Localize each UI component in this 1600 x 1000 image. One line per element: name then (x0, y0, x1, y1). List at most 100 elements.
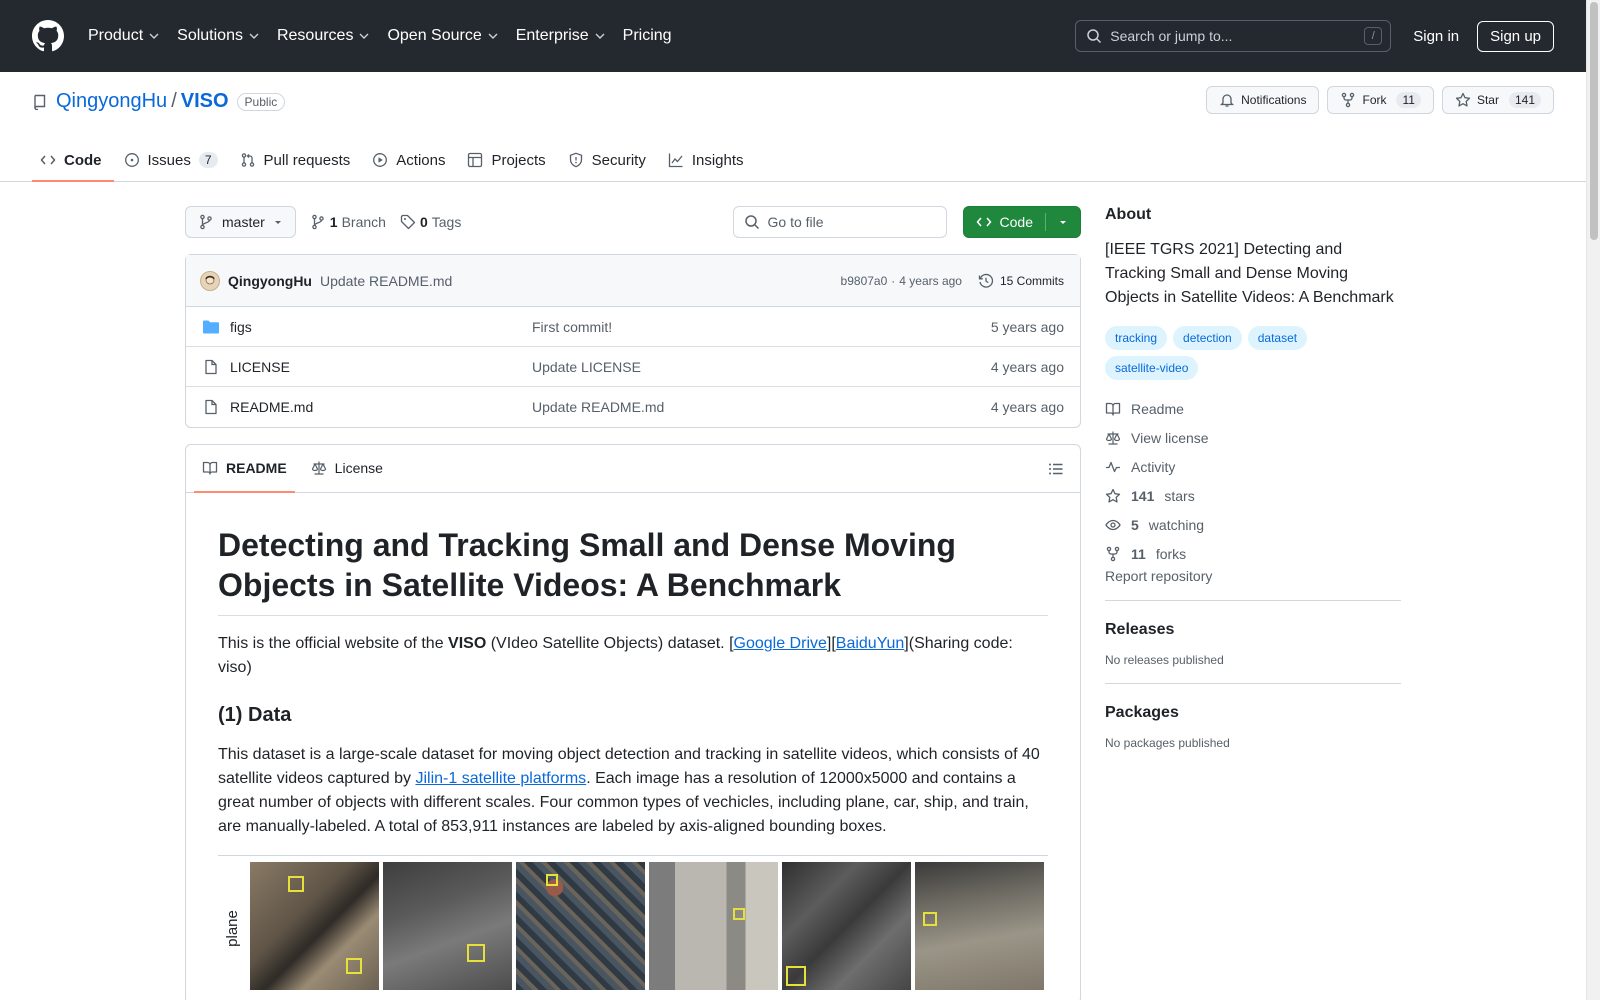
table-of-contents-button[interactable] (1040, 453, 1072, 485)
report-repository-link[interactable]: Report repository (1105, 568, 1212, 584)
tab-security[interactable]: Security (560, 138, 658, 182)
branch-icon (200, 214, 212, 230)
search-icon (1087, 29, 1102, 44)
nav-pricing[interactable]: Pricing (623, 27, 672, 45)
github-logo-icon[interactable] (32, 20, 64, 52)
file-link[interactable]: README.md (230, 399, 313, 415)
file-icon (205, 399, 217, 415)
topic-tag[interactable]: tracking (1105, 326, 1168, 350)
file-commit-message[interactable]: Update LICENSE (532, 359, 991, 375)
nav-enterprise[interactable]: Enterprise (516, 27, 605, 45)
history-icon (978, 273, 994, 288)
repo-name-link[interactable]: VISO (181, 90, 229, 113)
eye-icon (1105, 519, 1121, 530)
activity-link[interactable]: Activity (1105, 452, 1401, 481)
google-drive-link[interactable]: Google Drive (734, 635, 827, 652)
file-commit-message[interactable]: First commit! (532, 319, 991, 335)
table-icon (468, 152, 483, 168)
global-search-input[interactable]: Search or jump to... / (1075, 20, 1392, 52)
packages-heading[interactable]: Packages (1105, 704, 1401, 722)
tab-insights[interactable]: Insights (660, 138, 756, 182)
releases-heading[interactable]: Releases (1105, 621, 1401, 639)
file-navigation: master 1 Branch 0 Tags Go to file Code (185, 206, 1081, 238)
nav-resources[interactable]: Resources (277, 27, 369, 45)
bounding-box (346, 958, 362, 974)
baiduyun-link[interactable]: BaiduYun (836, 635, 905, 652)
issues-count: 7 (198, 152, 218, 168)
repo-title: QingyongHu / VISO Public (32, 90, 286, 113)
topic-tag[interactable]: detection (1173, 326, 1242, 350)
star-label: Star (1476, 93, 1499, 107)
dataset-sample-figure: plane (218, 855, 1048, 995)
tab-code[interactable]: Code (32, 138, 114, 182)
topic-tag[interactable]: dataset (1247, 326, 1308, 350)
stars-link[interactable]: 141 stars (1105, 481, 1401, 510)
sign-up-button[interactable]: Sign up (1477, 20, 1554, 52)
jilin-platform-link[interactable]: Jilin-1 satellite platforms (415, 770, 586, 787)
search-icon (744, 215, 759, 230)
file-icon (205, 359, 217, 374)
forks-label: forks (1155, 545, 1187, 562)
commit-hash-link[interactable]: b9807a0 (841, 274, 888, 288)
code-icon (976, 217, 992, 227)
star-button[interactable]: Star 141 (1441, 86, 1554, 114)
commits-count-label: 15 Commits (999, 273, 1064, 288)
tab-projects[interactable]: Projects (459, 138, 557, 182)
stars-label: stars (1164, 487, 1195, 504)
license-link[interactable]: View license (1105, 423, 1401, 452)
page-scrollbar[interactable] (1586, 0, 1600, 1000)
file-link[interactable]: LICENSE (230, 359, 290, 375)
topic-tag[interactable]: satellite-video (1105, 356, 1199, 380)
fork-label: Fork (1362, 93, 1387, 107)
repo-actions: Notifications Fork 11 Star 141 (1206, 86, 1554, 114)
readme-panel: README License Detecting and Tracking Sm… (185, 444, 1081, 1000)
tab-license[interactable]: License (303, 445, 391, 492)
book-icon (1105, 402, 1121, 416)
sign-in-link[interactable]: Sign in (1413, 28, 1459, 45)
repo-sidebar: About [IEEE TGRS 2021] Detecting and Tra… (1105, 206, 1401, 750)
readme-link[interactable]: Readme (1105, 394, 1401, 423)
tab-pull-requests[interactable]: Pull requests (232, 138, 363, 182)
avatar[interactable] (200, 270, 220, 291)
file-commit-date: 5 years ago (990, 318, 1064, 335)
caret-down-icon (1060, 221, 1066, 224)
fork-count: 11 (1396, 92, 1421, 108)
watchers-link[interactable]: 5 watching (1105, 510, 1401, 539)
chevron-down-icon (249, 33, 259, 39)
commit-history-link[interactable]: 15 Commits (978, 273, 1064, 289)
tab-issues[interactable]: Issues 7 (116, 138, 230, 182)
file-link[interactable]: figs (230, 319, 252, 335)
nav-open-source[interactable]: Open Source (387, 27, 498, 45)
nav-product[interactable]: Product (88, 27, 159, 45)
main-column: master 1 Branch 0 Tags Go to file Code Q… (185, 206, 1081, 1000)
intro-text: This is the official website of the (218, 635, 449, 652)
bounding-box (923, 912, 937, 926)
forks-link[interactable]: 11 forks (1105, 539, 1401, 568)
fork-icon (1106, 546, 1120, 561)
law-icon (1105, 431, 1121, 445)
branch-icon (312, 214, 324, 230)
scrollbar-thumb[interactable] (1590, 2, 1598, 240)
branches-link[interactable]: 1 Branch (310, 214, 386, 230)
tab-readme-label: README (226, 460, 287, 476)
go-to-file-input[interactable]: Go to file (732, 206, 947, 238)
tab-actions[interactable]: Actions (364, 138, 457, 182)
pulse-icon (1106, 461, 1120, 472)
fork-icon (1342, 92, 1355, 108)
releases-empty: No releases published (1105, 653, 1224, 667)
commit-author-link[interactable]: QingyongHu (228, 273, 312, 289)
code-dropdown-button[interactable]: Code (962, 206, 1081, 238)
tab-readme[interactable]: README (194, 445, 295, 493)
repo-owner-link[interactable]: QingyongHu (56, 90, 167, 113)
branch-select-button[interactable]: master (185, 206, 296, 238)
file-commit-message[interactable]: Update README.md (532, 399, 991, 415)
fork-button[interactable]: Fork 11 (1327, 86, 1434, 114)
file-tree: QingyongHu Update README.md b9807a0 · 4 … (185, 254, 1081, 428)
caret-down-icon (274, 221, 281, 224)
tags-link[interactable]: 0 Tags (400, 214, 461, 230)
tab-projects-label: Projects (491, 151, 546, 169)
nav-solutions[interactable]: Solutions (177, 27, 259, 45)
sample-image (250, 862, 379, 990)
notifications-button[interactable]: Notifications (1206, 86, 1320, 114)
commit-message-link[interactable]: Update README.md (320, 273, 452, 289)
